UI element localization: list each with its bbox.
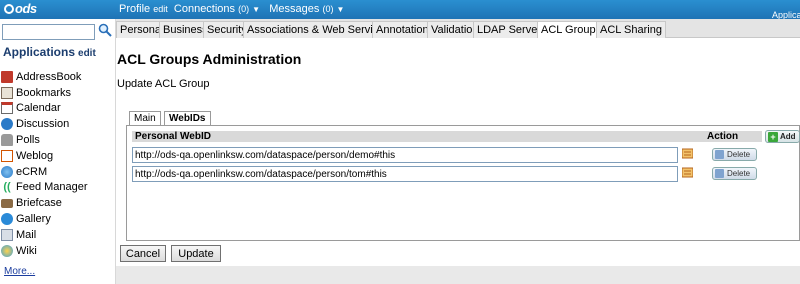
page-title: ACL Groups Administration (117, 51, 302, 67)
profile-edit-link[interactable]: edit (153, 4, 168, 14)
sidebar-item-polls[interactable]: Polls (1, 132, 88, 148)
webids-panel: Personal WebID Action +Add Delete Delete (126, 125, 800, 241)
calendar-icon (1, 102, 13, 115)
table-row: Delete (132, 166, 800, 182)
sidebar: Applications edit AddressBook Bookmarks C… (0, 19, 116, 284)
sidebar-item-label: Weblog (16, 149, 54, 162)
bookmarks-icon (1, 86, 13, 99)
page-subtitle: Update ACL Group (117, 78, 210, 90)
delete-icon (715, 169, 724, 178)
ods-logo[interactable]: ods (4, 1, 37, 16)
app-list: AddressBook Bookmarks Calendar Discussio… (1, 69, 88, 259)
sidebar-item-calendar[interactable]: Calendar (1, 101, 88, 117)
connections-chevron-down-icon[interactable]: ▼ (252, 5, 260, 14)
messages-count: (0) (322, 4, 334, 14)
cancel-button[interactable]: Cancel (120, 245, 166, 262)
sidebar-item-label: Briefcase (16, 197, 62, 210)
sidebar-item-label: AddressBook (16, 70, 82, 83)
tab-acl-groups[interactable]: ACL Groups (537, 21, 606, 38)
feed-icon: (( (3, 181, 11, 194)
briefcase-icon (1, 198, 13, 208)
gallery-icon (1, 213, 13, 226)
sidebar-item-label: Discussion (16, 118, 70, 131)
sidebar-item-label: Feed Manager (16, 181, 88, 194)
addressbook-icon (1, 70, 13, 83)
main-content: ACL Groups Administration Update ACL Gro… (116, 38, 800, 284)
sidebar-item-label: Gallery (16, 213, 51, 226)
mail-icon (1, 228, 13, 241)
polls-icon (1, 134, 13, 147)
wiki-icon (1, 244, 13, 257)
messages-label[interactable]: Messages (269, 3, 319, 15)
plus-icon: + (768, 131, 778, 142)
sidebar-item-label: Calendar (16, 102, 61, 115)
weblog-icon (1, 149, 13, 162)
col-action: Action (707, 131, 739, 142)
sidebar-item-addressbook[interactable]: AddressBook (1, 69, 88, 85)
add-webid-button[interactable]: + Add (765, 130, 800, 143)
ecrm-icon (1, 165, 13, 178)
top-bar: ods Profile edit Connections (0) ▼ Messa… (0, 0, 800, 20)
sidebar-item-label: Mail (16, 228, 37, 241)
delete-button-label: Delete (727, 150, 751, 159)
more-apps-link[interactable]: More... (4, 266, 35, 277)
tab-main[interactable]: Main (129, 111, 161, 125)
connections-count: (0) (238, 4, 250, 14)
sidebar-item-briefcase[interactable]: Briefcase (1, 195, 88, 211)
tab-webids[interactable]: WebIDs (164, 111, 211, 125)
webid-field[interactable] (132, 147, 678, 163)
applications-edit-link[interactable]: edit (78, 48, 96, 59)
sidebar-item-gallery[interactable]: Gallery (1, 211, 88, 227)
messages-menu[interactable]: Messages (0) ▼ (269, 3, 344, 15)
sidebar-item-discussion[interactable]: Discussion (1, 116, 88, 132)
lookup-icon[interactable] (682, 148, 693, 159)
sidebar-item-feed-manager[interactable]: (( Feed Manager (1, 180, 88, 196)
logo-ring-icon (4, 4, 14, 14)
sidebar-item-label: Polls (16, 134, 40, 147)
sidebar-item-weblog[interactable]: Weblog (1, 148, 88, 164)
webid-field[interactable] (132, 166, 678, 182)
sidebar-item-label: Wiki (16, 244, 37, 257)
settings-tabs: Personal Business Security Associations … (116, 19, 800, 38)
top-nav: Profile edit Connections (0) ▼ Messages … (119, 3, 344, 15)
search-icon[interactable] (98, 23, 112, 37)
update-button[interactable]: Update (171, 245, 221, 262)
search-input[interactable] (2, 24, 95, 40)
sidebar-item-bookmarks[interactable]: Bookmarks (1, 85, 88, 101)
discussion-icon (1, 118, 13, 131)
col-personal-webid: Personal WebID (135, 131, 211, 142)
connections-menu[interactable]: Connections (0) ▼ (174, 3, 260, 15)
delete-button[interactable]: Delete (712, 148, 757, 161)
applications-heading: Applications edit (3, 45, 96, 59)
table-row: Delete (132, 147, 800, 163)
delete-icon (715, 150, 724, 159)
sidebar-item-label: Bookmarks (16, 86, 72, 99)
sidebar-item-wiki[interactable]: Wiki (1, 243, 88, 259)
delete-button-label: Delete (727, 169, 751, 178)
sidebar-item-mail[interactable]: Mail (1, 227, 88, 243)
messages-chevron-down-icon[interactable]: ▼ (337, 5, 345, 14)
delete-button[interactable]: Delete (712, 167, 757, 180)
sidebar-item-ecrm[interactable]: eCRM (1, 164, 88, 180)
sidebar-item-label: eCRM (16, 165, 48, 178)
applications-title: Applications (3, 45, 76, 59)
logo-text: ods (15, 1, 37, 16)
profile-label[interactable]: Profile (119, 3, 150, 15)
add-button-label: Add (780, 132, 796, 141)
lookup-icon[interactable] (682, 167, 693, 178)
tab-acl-sharing[interactable]: ACL Sharing (596, 21, 666, 38)
table-header: Personal WebID Action (132, 131, 762, 142)
profile-link[interactable]: Profile edit (119, 3, 168, 15)
connections-label[interactable]: Connections (174, 3, 235, 15)
footer-band (116, 266, 800, 284)
